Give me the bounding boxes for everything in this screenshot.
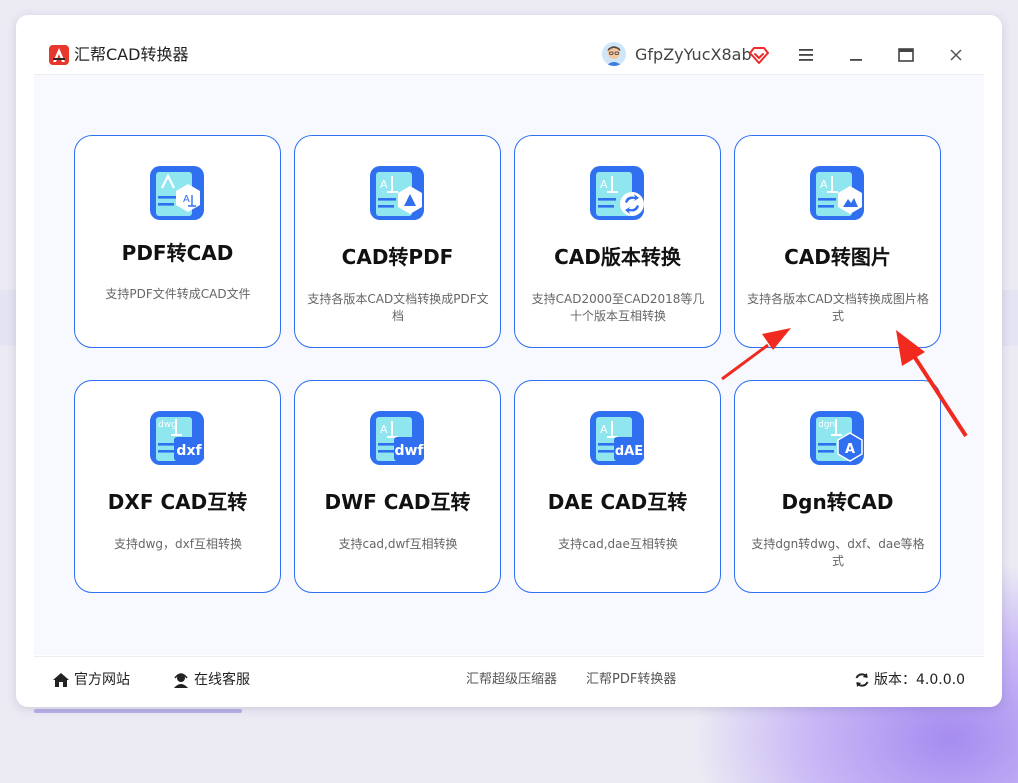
dgn-icon: dgn A [810,411,864,465]
svg-text:A: A [600,178,608,191]
svg-text:dwg: dwg [158,420,177,430]
card-title: DXF CAD互转 [107,490,248,514]
card-desc: 支持各版本CAD文档转换成图片格式 [747,292,929,323]
card-title: CAD转PDF [341,245,454,269]
card-dae-cad[interactable]: A dAE DAE CAD互转 支持cad,dae互相转换 [514,380,721,593]
app-title: 汇帮CAD转换器 [74,45,189,64]
version-info[interactable]: 版本：4.0.0.0 [854,671,965,689]
refresh-icon [855,673,869,687]
customer-service-icon [174,673,188,688]
svg-text:A: A [183,194,190,205]
cad-to-image-icon: A [810,166,864,220]
card-desc: 支持PDF文件转成CAD文件 [105,287,251,301]
svg-text:dAE: dAE [615,444,643,459]
menu-icon[interactable] [794,43,818,67]
card-desc: 支持cad,dwf互相转换 [338,537,458,551]
card-title: CAD转图片 [784,245,891,269]
cad-to-pdf-icon: A [370,166,424,220]
official-website-label: 官方网站 [74,672,130,688]
svg-text:dgn: dgn [818,420,835,430]
dae-icon: A dAE [590,411,644,465]
card-title: Dgn转CAD [781,490,894,514]
card-cad-to-image[interactable]: A CAD转图片 支持各版本CAD文档转换成图片格式 [734,135,941,348]
version-label: 版本：4.0.0.0 [874,672,965,688]
vip-diamond-icon[interactable] [749,45,769,65]
dwf-icon: A dwf [370,411,424,465]
minimize-icon[interactable] [844,43,868,67]
pdf-converter-link[interactable]: 汇帮PDF转换器 [586,671,676,689]
maximize-icon[interactable] [894,43,918,67]
app-logo-icon [49,45,69,65]
footer-bar: 官方网站 在线客服 汇帮超级压缩器 汇帮PDF转换器 版本：4.0.0.0 [34,656,984,702]
online-service-link[interactable]: 在线客服 [172,671,250,689]
svg-text:dxf: dxf [176,443,202,459]
compressor-link[interactable]: 汇帮超级压缩器 [466,671,557,689]
avatar-icon[interactable] [602,42,626,66]
card-desc: 支持dwg，dxf互相转换 [114,537,242,551]
online-service-label: 在线客服 [194,672,250,688]
card-desc: 支持CAD2000至CAD2018等几十个版本互相转换 [531,292,705,323]
svg-text:A: A [380,178,388,191]
card-title: PDF转CAD [121,241,234,265]
card-desc: 支持cad,dae互相转换 [558,537,678,551]
username[interactable]: GfpZyYucX8ab [635,44,752,66]
dxf-icon: dwg dxf [150,411,204,465]
home-icon [53,673,69,687]
svg-text:dwf: dwf [394,443,424,459]
card-dgn-to-cad[interactable]: dgn A Dgn转CAD 支持dgn转dwg、dxf、dae等格式 [734,380,941,593]
card-title: DAE CAD互转 [547,490,688,514]
tool-grid: A PDF转CAD 支持PDF文件转成CAD文件 A CAD转PDF 支持各版本… [34,75,984,655]
card-desc: 支持各版本CAD文档转换成PDF文档 [307,292,489,323]
card-cad-to-pdf[interactable]: A CAD转PDF 支持各版本CAD文档转换成PDF文档 [294,135,501,348]
cad-version-convert-icon: A [590,166,644,220]
pdf-to-cad-icon: A [150,166,204,220]
card-dxf-cad[interactable]: dwg dxf DXF CAD互转 支持dwg，dxf互相转换 [74,380,281,593]
official-website-link[interactable]: 官方网站 [52,671,130,689]
card-cad-version-convert[interactable]: A CAD版本转换 支持CAD2000至CAD2018等几十个版本互相转换 [514,135,721,348]
card-pdf-to-cad[interactable]: A PDF转CAD 支持PDF文件转成CAD文件 [74,135,281,348]
svg-text:A: A [600,423,608,436]
close-icon[interactable] [944,43,968,67]
backdrop-scrollbar [34,709,242,713]
app-window: 汇帮CAD转换器 GfpZyYucX8ab A PDF转CAD 支持PDF文件转… [16,15,1002,707]
svg-text:A: A [845,442,855,457]
titlebar: 汇帮CAD转换器 GfpZyYucX8ab [16,15,1002,75]
svg-text:A: A [820,178,828,191]
card-desc: 支持dgn转dwg、dxf、dae等格式 [751,537,925,568]
card-dwf-cad[interactable]: A dwf DWF CAD互转 支持cad,dwf互相转换 [294,380,501,593]
card-title: CAD版本转换 [554,245,681,269]
card-title: DWF CAD互转 [324,490,471,514]
svg-text:A: A [380,423,388,436]
